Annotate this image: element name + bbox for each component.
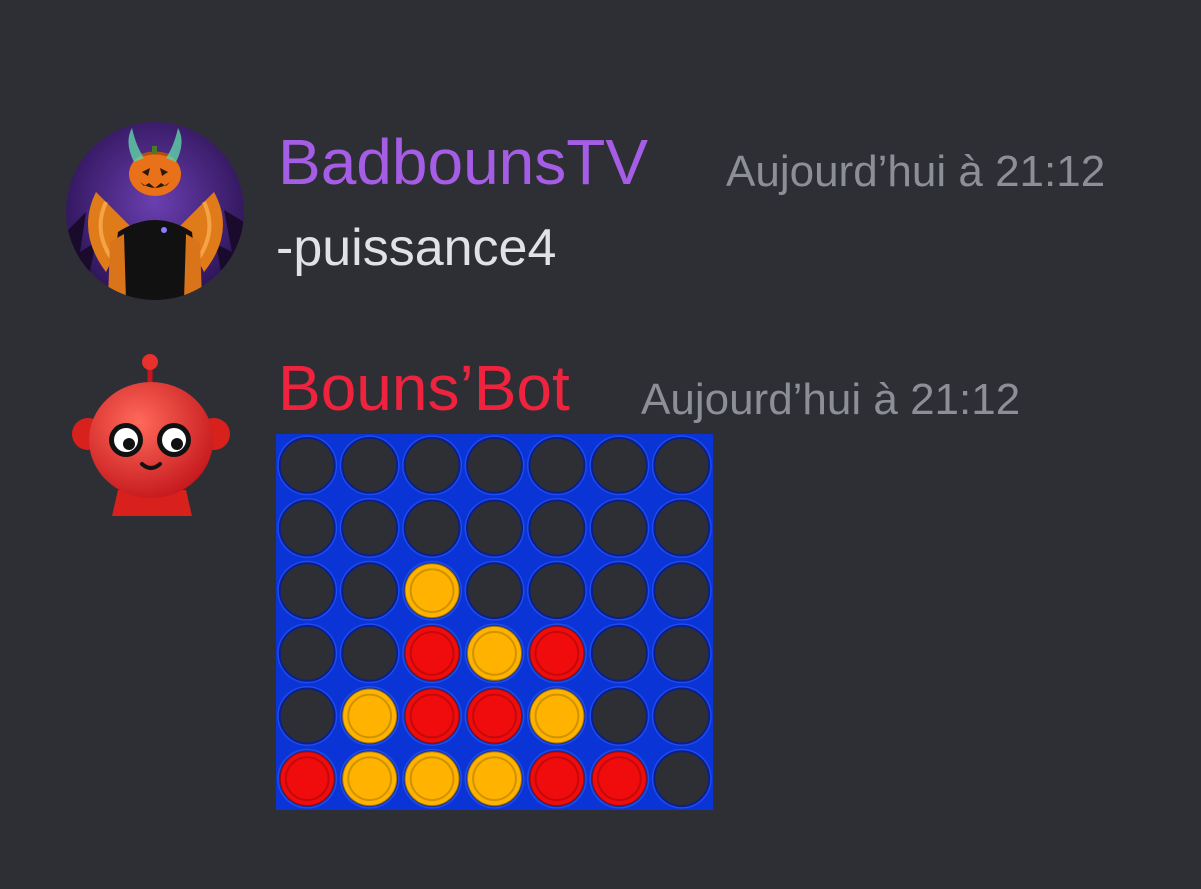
board-cell-empty: [590, 499, 648, 557]
board-cell-empty: [341, 624, 399, 682]
board-cell-empty: [590, 624, 648, 682]
red-token: [528, 624, 586, 682]
yellow-token: [466, 624, 523, 682]
board-cell-empty: [278, 499, 336, 557]
message-timestamp: Aujourd’hui à 21:12: [726, 147, 1106, 196]
board-cell-empty: [653, 436, 711, 494]
pumpkin-head-avatar-icon[interactable]: [66, 122, 244, 300]
board-cell-empty: [528, 562, 586, 620]
yellow-token: [341, 750, 399, 808]
message-badbounstv: BadbounsTV Aujourd’hui à 21:12 -puissanc…: [0, 118, 1201, 308]
board-cell-empty: [278, 436, 336, 494]
red-token: [403, 687, 461, 745]
board-cell-empty: [466, 562, 523, 620]
yellow-token: [466, 750, 523, 808]
board-cell-empty: [278, 562, 336, 620]
yellow-token: [341, 687, 399, 745]
connect-four-board: [276, 434, 713, 810]
yellow-token: [403, 562, 461, 620]
board-cell-empty: [528, 499, 586, 557]
red-token: [590, 750, 648, 808]
board-cell-empty: [466, 436, 523, 494]
board-cell-empty: [653, 624, 711, 682]
message-content: -puissance4: [276, 219, 557, 277]
board-cell-empty: [278, 624, 336, 682]
yellow-token: [403, 750, 461, 808]
connect-four-board-image[interactable]: [276, 434, 713, 810]
author-name[interactable]: Bouns’Bot: [278, 356, 570, 420]
red-robot-avatar-icon[interactable]: [66, 348, 238, 520]
board-cell-empty: [278, 687, 336, 745]
board-cell-empty: [403, 499, 461, 557]
red-token: [528, 750, 586, 808]
board-cell-empty: [653, 499, 711, 557]
board-cell-empty: [341, 562, 399, 620]
board-cell-empty: [653, 687, 711, 745]
message-bounsbot: Bouns’Bot Aujourd’hui à 21:12: [0, 348, 1201, 828]
yellow-token: [528, 687, 586, 745]
board-cell-empty: [466, 499, 523, 557]
board-cell-empty: [341, 499, 399, 557]
red-token: [278, 750, 336, 808]
board-cell-empty: [403, 436, 461, 494]
chat-log: BadbounsTV Aujourd’hui à 21:12 -puissanc…: [0, 0, 1201, 889]
board-cell-empty: [341, 436, 399, 494]
author-name[interactable]: BadbounsTV: [278, 130, 648, 194]
board-cell-empty: [590, 687, 648, 745]
board-cell-empty: [590, 436, 648, 494]
message-timestamp: Aujourd’hui à 21:12: [641, 375, 1021, 424]
board-cell-empty: [590, 562, 648, 620]
board-cell-empty: [653, 750, 711, 808]
board-cell-empty: [653, 562, 711, 620]
board-cell-empty: [528, 436, 586, 494]
red-token: [466, 687, 523, 745]
red-token: [403, 624, 461, 682]
